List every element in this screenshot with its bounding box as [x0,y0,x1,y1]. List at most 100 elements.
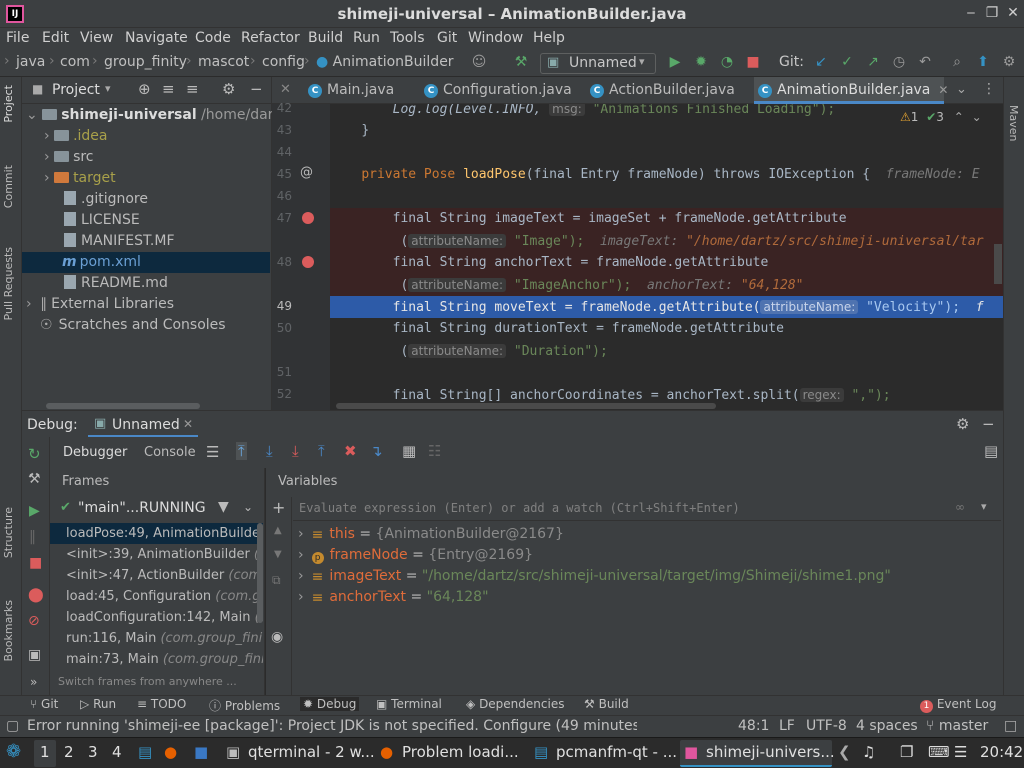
inspection-widget[interactable]: ⚠1 ✔3 ⌃ ⌄ [900,110,982,124]
tree-item-readme[interactable]: README.md [22,273,270,294]
menu-help[interactable]: Help [533,30,565,46]
git-commit-icon[interactable]: ✓ [838,54,856,70]
frame-item[interactable]: loadPose:49, AnimationBuilder [50,523,263,544]
tree-item-gitignore[interactable]: .gitignore [22,189,270,210]
tree-item-manifest[interactable]: MANIFEST.MF [22,231,270,252]
code-editor[interactable]: Log.log(Level.INFO, msg: "Animations Fin… [330,104,1003,410]
expand-icon[interactable]: ∞ [955,500,965,514]
lock-icon[interactable]: □ [1004,718,1017,734]
settings-gear-icon[interactable]: ⚙ [1000,54,1018,70]
indent-setting[interactable]: 4 spaces [856,718,918,734]
layout-menu-icon[interactable]: ☰ [206,443,219,461]
variable-this[interactable]: › ≡ this = {AnimationBuilder@2167} [298,524,564,545]
tool-tab-commit[interactable]: Commit [2,165,15,208]
stop-icon[interactable]: ■ [744,54,762,70]
run-icon[interactable]: ▶ [666,54,684,70]
status-message[interactable]: Error running 'shimeji-ee [package]': Pr… [27,718,637,734]
mute-breakpoints-icon[interactable]: ⊘ [28,613,40,629]
step-into-icon[interactable]: ⤓ [292,442,299,460]
close-icon[interactable]: ✕ [1004,4,1022,22]
more-options-icon[interactable]: ⋮ [982,81,996,97]
add-watch-icon[interactable]: + [272,498,285,517]
firefox-icon[interactable]: ● [164,743,177,761]
tab-main-java[interactable]: C Main.java [304,77,420,104]
settings-gear-icon[interactable]: ⚙ [956,415,969,433]
breakpoint-icon[interactable] [302,212,314,224]
volume-icon[interactable]: ♫ [862,743,875,761]
chevron-down-icon[interactable]: ▾ [981,500,987,513]
tool-tab-dependencies[interactable]: ◈ Dependencies [466,697,564,711]
breadcrumb-group-finity[interactable]: group_finity [104,54,187,70]
menu-build[interactable]: Build [308,30,343,46]
maximize-icon[interactable]: ❐ [983,4,1001,22]
chevron-left-icon[interactable]: ❮ [838,743,851,761]
frame-item[interactable]: loadConfiguration:142, Main (c [50,607,263,628]
menu-run[interactable]: Run [353,30,380,46]
tree-item-external-libraries[interactable]: › ∥ External Libraries [22,294,270,315]
debug-session-tab[interactable]: ▣ Unnamed ✕ [88,411,198,438]
tool-tab-problems[interactable]: ⓘ Problems [209,697,280,714]
tool-tab-terminal[interactable]: ▣ Terminal [376,697,442,711]
tree-item-pom[interactable]: m pom.xml [22,252,270,273]
workspace-4[interactable]: 4 [112,743,122,761]
project-panel-title[interactable]: Project [52,82,100,98]
tool-tab-build[interactable]: ⚒ Build [584,697,629,711]
search-icon[interactable]: ⌕ [948,54,966,70]
camera-icon[interactable]: ▣ [28,647,41,663]
drop-frame-icon[interactable]: ✖ [344,442,357,460]
frames-scrollbar[interactable] [257,523,263,623]
variable-anchortext[interactable]: › ≡ anchorText = "64,128" [298,587,489,608]
chevron-down-icon[interactable]: ⌄ [243,500,253,514]
breadcrumb-mascot[interactable]: mascot [198,54,249,70]
git-update-icon[interactable]: ↙ [812,54,830,70]
tab-actionbuilder-java[interactable]: C ActionBuilder.java [586,77,754,104]
step-over-icon[interactable]: ⤓ [266,442,273,460]
frame-item[interactable]: main:73, Main (com.group_fini [50,649,263,670]
menu-refactor[interactable]: Refactor [241,30,300,46]
close-icon[interactable]: ✕ [280,82,291,97]
tab-console[interactable]: Console [134,437,204,468]
show-execution-point-icon[interactable]: ⤒ [236,442,247,460]
menu-file[interactable]: File [6,30,29,46]
breadcrumb-config[interactable]: config [262,54,305,70]
stop-icon[interactable]: ■ [29,555,42,571]
status-window-icon[interactable]: ▢ [6,718,19,734]
event-log-button[interactable]: 1 Event Log [920,697,996,713]
resume-icon[interactable]: ▶ [29,503,40,519]
chevron-down-icon[interactable]: ⌄ [956,82,967,97]
filter-icon[interactable]: ▼ [218,499,229,515]
start-menu-icon[interactable]: ❁ [6,741,21,762]
frame-item[interactable]: run:116, Main (com.group_fini [50,628,263,649]
evaluate-expression-field[interactable]: Evaluate expression (Enter) or add a wat… [293,497,1001,521]
caret-position[interactable]: 48:1 [738,718,769,734]
task-qterminal[interactable]: ▣ qterminal - 2 w... [222,740,375,767]
breakpoint-icon[interactable] [302,256,314,268]
debug-bug-icon[interactable]: ✹ [692,54,710,70]
breadcrumb-animationbuilder[interactable]: ● AnimationBuilder [316,54,454,70]
locate-icon[interactable]: ⊕ [138,80,151,98]
horizontal-scrollbar[interactable] [336,403,716,409]
tree-root[interactable]: ⌄ shimeji-universal /home/dartz [22,105,286,126]
menu-tools[interactable]: Tools [390,30,425,46]
tool-tab-maven[interactable]: Maven [1007,105,1020,141]
workspace-2[interactable]: 2 [64,743,74,761]
tool-tab-todo[interactable]: ≡ TODO [137,697,186,711]
keyboard-icon[interactable]: ⌨ [928,743,950,761]
horizontal-scrollbar[interactable] [46,403,200,409]
run-to-cursor-icon[interactable]: ↴ [370,442,383,460]
history-icon[interactable]: ◷ [890,54,908,70]
clock[interactable]: 20:42 [980,743,1023,761]
tool-tab-debug[interactable]: ✹ Debug [300,697,360,711]
view-breakpoints-icon[interactable]: ⬤ [28,587,44,603]
file-encoding[interactable]: UTF-8 [806,718,847,734]
variable-framenode[interactable]: › p frameNode = {Entry@2169} [298,545,533,566]
menu-git[interactable]: Git [437,30,457,46]
file-manager-icon[interactable]: ▤ [138,743,152,761]
frame-item[interactable]: <init>:39, AnimationBuilder (c [50,544,263,565]
tree-item-license[interactable]: LICENSE [22,210,270,231]
coverage-icon[interactable]: ◔ [718,54,736,70]
git-push-icon[interactable]: ↗ [864,54,882,70]
step-out-icon[interactable]: ⤒ [318,442,325,460]
modify-config-icon[interactable]: ⚒ [28,471,41,487]
vertical-scrollbar[interactable] [994,244,1002,284]
